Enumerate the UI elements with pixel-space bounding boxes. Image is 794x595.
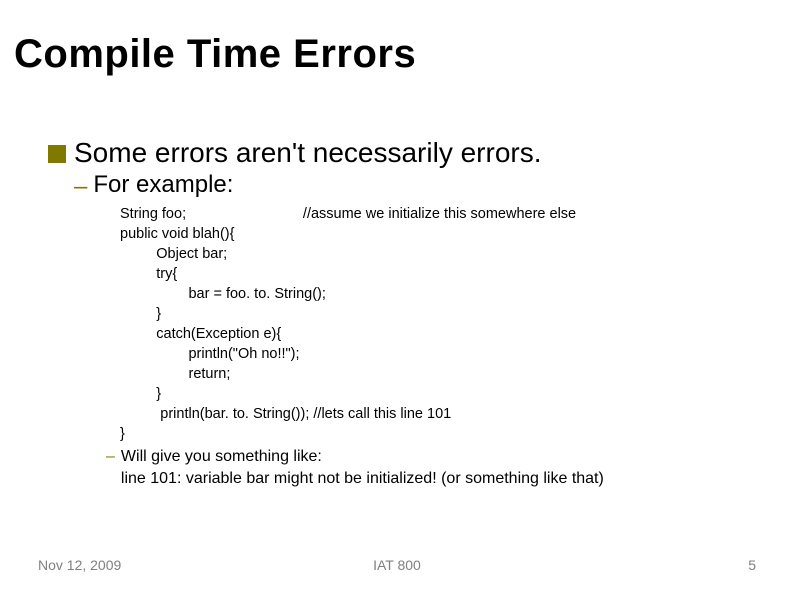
dash-icon: – [74, 171, 87, 202]
code-block: String foo; //assume we initialize this … [120, 204, 774, 444]
footer-date: Nov 12, 2009 [38, 557, 277, 573]
bullet-level-1: Some errors aren't necessarily errors. [48, 137, 774, 169]
bullet-1-text: Some errors aren't necessarily errors. [74, 137, 542, 169]
content-area: Some errors aren't necessarily errors. –… [48, 137, 774, 489]
sub-bullet-1-text: For example: [93, 171, 233, 199]
sub-bullet-1: – For example: [74, 171, 774, 202]
footer: Nov 12, 2009 IAT 800 5 [0, 557, 794, 573]
dash-icon: – [106, 446, 115, 468]
footer-page-number: 5 [517, 557, 756, 573]
square-bullet-icon [48, 145, 66, 163]
sub-bullet-2: – Will give you something like: line 101… [106, 446, 774, 489]
slide-title: Compile Time Errors [14, 32, 774, 77]
slide-container: Compile Time Errors Some errors aren't n… [0, 0, 794, 595]
sub-bullet-2-text: Will give you something like: line 101: … [121, 446, 604, 489]
footer-center: IAT 800 [277, 557, 516, 573]
